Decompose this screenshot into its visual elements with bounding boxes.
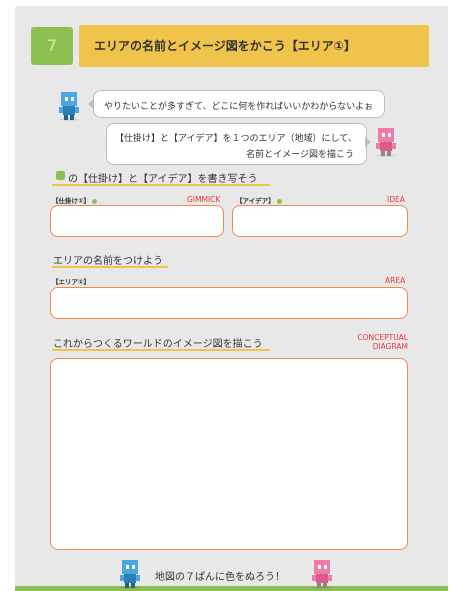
gimmick-tag: GIMMICK [187, 195, 221, 204]
speech-text-1: やりたいことが多すぎて、どこに何を作ればいいかわからないよぉ [104, 102, 374, 112]
conceptual-diagram-tag: CONCEPTUAL DIAGRAM [357, 333, 408, 351]
speech-text-2-line1: 【仕掛け】と【アイデア】を１つのエリア（地域）にして、 [115, 134, 357, 144]
concept-image-heading: これからつくるワールドのイメージ図を描こう [53, 339, 263, 350]
section-number-badge: 7 [31, 27, 73, 65]
pink-character-icon [376, 128, 396, 157]
area-tag: AREA [385, 276, 406, 285]
idea-input-box[interactable] [232, 205, 408, 237]
gimmick-label: 【仕掛け①】 [52, 195, 98, 205]
green-dot-icon [92, 198, 98, 204]
bubble-tail [365, 137, 371, 147]
blue-character-icon [59, 92, 79, 121]
heading-underline [52, 349, 270, 351]
copy-section-heading: の【仕掛け】と【アイデア】を書き写そう [68, 174, 258, 185]
blue-character-icon [120, 560, 140, 589]
heading-underline [52, 184, 270, 186]
pink-character-icon [312, 560, 332, 589]
speech-text-2-line2: 名前とイメージ図を描こう [246, 150, 354, 160]
area-name-heading: エリアの名前をつけよう [53, 256, 163, 267]
area-name-input-box[interactable] [50, 287, 408, 319]
page-title: エリアの名前とイメージ図をかこう【エリア①】 [94, 39, 356, 53]
idea-label: 【アイデア】 [236, 195, 282, 205]
speech-bubble-1: やりたいことが多すぎて、どこに何を作ればいいかわからないよぉ [93, 90, 385, 118]
concept-drawing-area[interactable] [50, 358, 408, 550]
green-square-icon [56, 171, 65, 180]
green-dot-icon [276, 198, 282, 204]
area-label: 【エリア①】 [52, 278, 91, 286]
bottom-green-bar [15, 586, 448, 591]
speech-bubble-2: 【仕掛け】と【アイデア】を１つのエリア（地域）にして、 名前とイメージ図を描こう [106, 123, 367, 165]
footer-instruction: 地図の７ぱんに色をぬろう！ [155, 572, 285, 583]
heading-underline [52, 266, 168, 268]
gimmick-input-box[interactable] [50, 205, 224, 237]
idea-tag: IDEA [387, 195, 405, 204]
